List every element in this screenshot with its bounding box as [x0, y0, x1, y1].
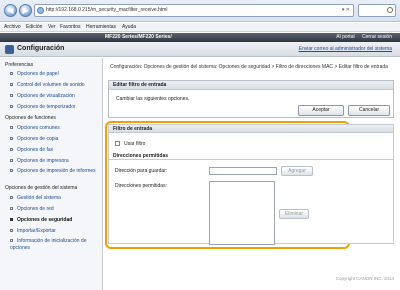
- back-arrow-icon: ◀: [7, 6, 14, 15]
- url-field[interactable]: http://192.168.0.215/m_security_macfilte…: [34, 4, 354, 17]
- sidebar-item-label: Opciones comunes: [17, 125, 60, 131]
- portal-link[interactable]: Al portal: [336, 34, 354, 40]
- forward-arrow-icon: ▶: [22, 6, 29, 15]
- allowed-addresses-header: Direcciones permitidas: [109, 152, 393, 160]
- bullet-icon: [10, 218, 13, 222]
- model-bar: MF220 Series/MF220 Series/ Al portal Cer…: [0, 33, 400, 42]
- sidebar-item-copy[interactable]: Opciones de copia: [10, 136, 58, 142]
- sidebar-item-label: Opciones de impresora: [17, 158, 69, 164]
- sidebar-item-fax[interactable]: Opciones de fax: [10, 147, 53, 153]
- sidebar-item-report-print[interactable]: Opciones de impresión de informes: [10, 168, 100, 175]
- settings-icon: [5, 45, 14, 54]
- edit-filter-box: Editar filtro de entrada Cambiar las sig…: [108, 80, 394, 118]
- bullet-icon: [10, 126, 13, 130]
- menu-archivo[interactable]: Archivo: [4, 24, 21, 30]
- use-filter-label: Usar filtro: [124, 141, 146, 147]
- sidebar-item-label: Opciones de temporizador: [17, 104, 76, 110]
- sidebar-item-system-management[interactable]: Gestión del sistema: [10, 195, 61, 201]
- page-icon: [37, 7, 44, 14]
- allowed-addresses-list[interactable]: [209, 181, 275, 245]
- bullet-icon: [10, 72, 13, 76]
- cancel-button[interactable]: Cancelar: [348, 105, 390, 116]
- sidebar-item-label: Opciones de papel: [17, 71, 59, 77]
- sidebar-item-common[interactable]: Opciones comunes: [10, 125, 60, 131]
- sidebar-item-display[interactable]: Opciones de visualización: [10, 93, 75, 99]
- add-button[interactable]: Agregar: [281, 166, 313, 176]
- bullet-icon: [10, 207, 13, 211]
- menu-ver[interactable]: Ver: [48, 24, 56, 30]
- back-button[interactable]: ◀: [4, 4, 17, 17]
- sidebar-item-paper[interactable]: Opciones de papel: [10, 71, 59, 77]
- model-name: MF220 Series/MF220 Series/: [105, 34, 172, 40]
- browser-search-field[interactable]: [358, 4, 396, 17]
- menu-herramientas[interactable]: Herramientas: [86, 24, 116, 30]
- sidebar-item-timer[interactable]: Opciones de temporizador: [10, 104, 76, 110]
- sidebar-item-network[interactable]: Opciones de red: [10, 206, 54, 212]
- instruction-text: Cambiar las siguientes opciones.: [116, 96, 190, 102]
- bullet-icon: [10, 169, 13, 173]
- sidebar-section-functions: Opciones de funciones: [5, 115, 56, 121]
- sidebar: Preferencias Opciones de papel Control d…: [0, 58, 103, 290]
- sidebar-item-label: Gestión del sistema: [17, 195, 61, 201]
- bullet-icon: [10, 94, 13, 98]
- bullet-icon: [10, 83, 13, 87]
- app-title-bar: Configuración Enviar correo al administr…: [0, 42, 400, 57]
- sidebar-item-printer[interactable]: Opciones de impresora: [10, 158, 69, 164]
- use-filter-checkbox[interactable]: [115, 141, 120, 146]
- menu-favoritos[interactable]: Favoritos: [60, 24, 81, 30]
- bullet-icon: [10, 159, 13, 163]
- sidebar-item-label: Opciones de copia: [17, 136, 59, 142]
- sidebar-item-volume[interactable]: Control del volumen de sonido: [10, 82, 85, 88]
- copyright-text: Copyright CANON INC. 2014: [335, 276, 394, 281]
- sidebar-item-label: Control del volumen de sonido: [17, 82, 85, 88]
- menu-edicion[interactable]: Edición: [26, 24, 42, 30]
- bullet-icon: [10, 229, 13, 233]
- input-filter-header: Filtro de entrada: [109, 125, 393, 133]
- browser-address-bar: ◀ ▶ http://192.168.0.215/m_security_macf…: [0, 0, 400, 22]
- sidebar-section-system: Opciones de gestión del sistema: [5, 185, 78, 191]
- address-to-save-label: Dirección para guardar:: [115, 168, 168, 174]
- sidebar-item-label: Opciones de fax: [17, 147, 54, 153]
- sidebar-item-label: Importar/Exportar: [17, 228, 56, 234]
- sidebar-item-init-info[interactable]: Información de inicialización de opcione…: [10, 238, 100, 252]
- browser-menu-bar: Archivo Edición Ver Favoritos Herramient…: [0, 23, 400, 32]
- bullet-icon: [10, 148, 13, 152]
- menu-ayuda[interactable]: Ayuda: [122, 24, 136, 30]
- mail-admin-link[interactable]: Enviar correo al administrador del siste…: [299, 46, 392, 52]
- url-controls-icons[interactable]: ▾ ✕: [342, 5, 350, 16]
- bullet-icon: [10, 105, 13, 109]
- sidebar-item-import-export[interactable]: Importar/Exportar: [10, 228, 56, 234]
- search-icon: [387, 7, 393, 13]
- breadcrumb: Configuración: Opciones de gestión del s…: [110, 64, 388, 70]
- logout-link[interactable]: Cerrar sesión: [362, 34, 392, 40]
- sidebar-item-label: Opciones de seguridad: [17, 217, 73, 223]
- sidebar-item-label: Información de inicialización de opcione…: [10, 238, 87, 251]
- edit-filter-title: Editar filtro de entrada: [109, 81, 393, 90]
- input-filter-panel: Filtro de entrada Usar filtro Direccione…: [108, 124, 394, 245]
- ok-button[interactable]: Aceptar: [298, 105, 344, 116]
- sidebar-item-label: Opciones de impresión de informes: [17, 168, 96, 174]
- sidebar-item-security[interactable]: Opciones de seguridad: [10, 217, 72, 223]
- address-input[interactable]: [209, 167, 277, 175]
- sidebar-section-preferences: Preferencias: [5, 62, 34, 68]
- bullet-icon: [10, 239, 13, 243]
- url-text: http://192.168.0.215/m_security_macfilte…: [46, 7, 168, 13]
- page-title: Configuración: [17, 45, 65, 52]
- bullet-icon: [10, 137, 13, 141]
- forward-button[interactable]: ▶: [19, 4, 32, 17]
- sidebar-item-label: Opciones de visualización: [17, 93, 75, 99]
- sidebar-item-label: Opciones de red: [17, 206, 54, 212]
- header-links: Al portal Cerrar sesión: [330, 34, 392, 40]
- bullet-icon: [10, 196, 13, 200]
- delete-button[interactable]: Eliminar: [279, 209, 309, 219]
- allowed-addresses-label: Direcciones permitidas:: [115, 183, 167, 189]
